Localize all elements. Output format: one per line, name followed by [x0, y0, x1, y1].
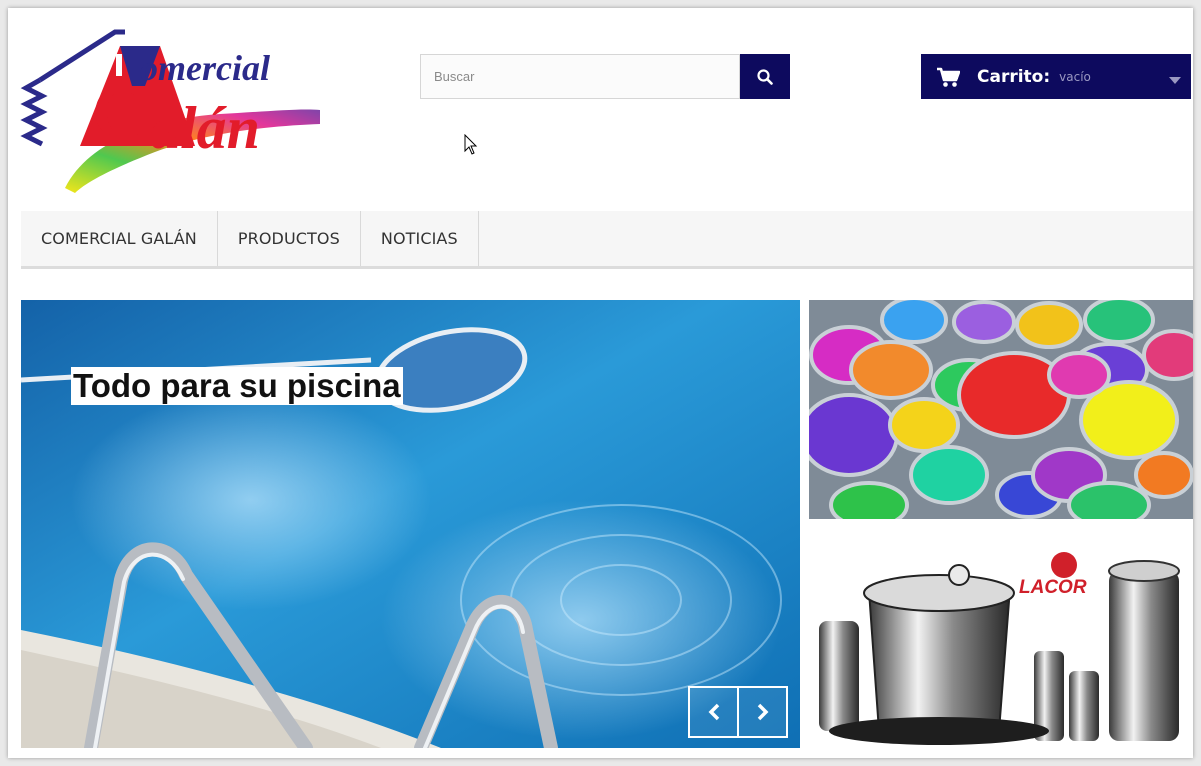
svg-text:LACOR: LACOR: [1019, 577, 1087, 598]
logo-graphic: G omercial alán: [20, 29, 320, 193]
homepage-slider: Todo para su piscina: [21, 300, 800, 748]
kitchenware-image: LACOR: [809, 531, 1193, 748]
cart-icon: [936, 66, 960, 88]
menu-item-comercial-galan[interactable]: COMERCIAL GALÁN: [21, 211, 218, 266]
slider-next-button[interactable]: [737, 686, 788, 738]
menu-item-productos[interactable]: PRODUCTOS: [218, 211, 361, 266]
paint-cans-image: [809, 300, 1193, 519]
search-button[interactable]: [740, 54, 790, 99]
search-input[interactable]: [420, 54, 740, 99]
search-icon: [757, 68, 773, 85]
logo-line2: alán: [150, 95, 260, 161]
page-frame: G omercial alán Carrito: vacío: [8, 8, 1193, 758]
main-menu: COMERCIAL GALÁN PRODUCTOS NOTICIAS: [21, 211, 1193, 269]
menu-item-noticias[interactable]: NOTICIAS: [361, 211, 479, 266]
site-logo[interactable]: G omercial alán: [20, 18, 320, 196]
kitchenware-banner[interactable]: LACOR: [809, 531, 1193, 748]
mouse-cursor-icon: [464, 134, 478, 155]
slider-prev-button[interactable]: [688, 686, 739, 738]
search-bar: [420, 54, 790, 99]
paint-banner[interactable]: [809, 300, 1193, 519]
logo-line1: omercial: [140, 48, 270, 88]
cart-button[interactable]: Carrito: vacío: [921, 54, 1191, 99]
caret-down-icon: [1169, 72, 1181, 90]
chevron-right-icon: [757, 703, 768, 721]
cart-status: vacío: [1059, 69, 1091, 84]
slide-caption: Todo para su piscina: [71, 367, 403, 405]
cart-label: Carrito:: [977, 66, 1051, 87]
slider-controls: [688, 686, 788, 738]
chevron-left-icon: [708, 703, 719, 721]
